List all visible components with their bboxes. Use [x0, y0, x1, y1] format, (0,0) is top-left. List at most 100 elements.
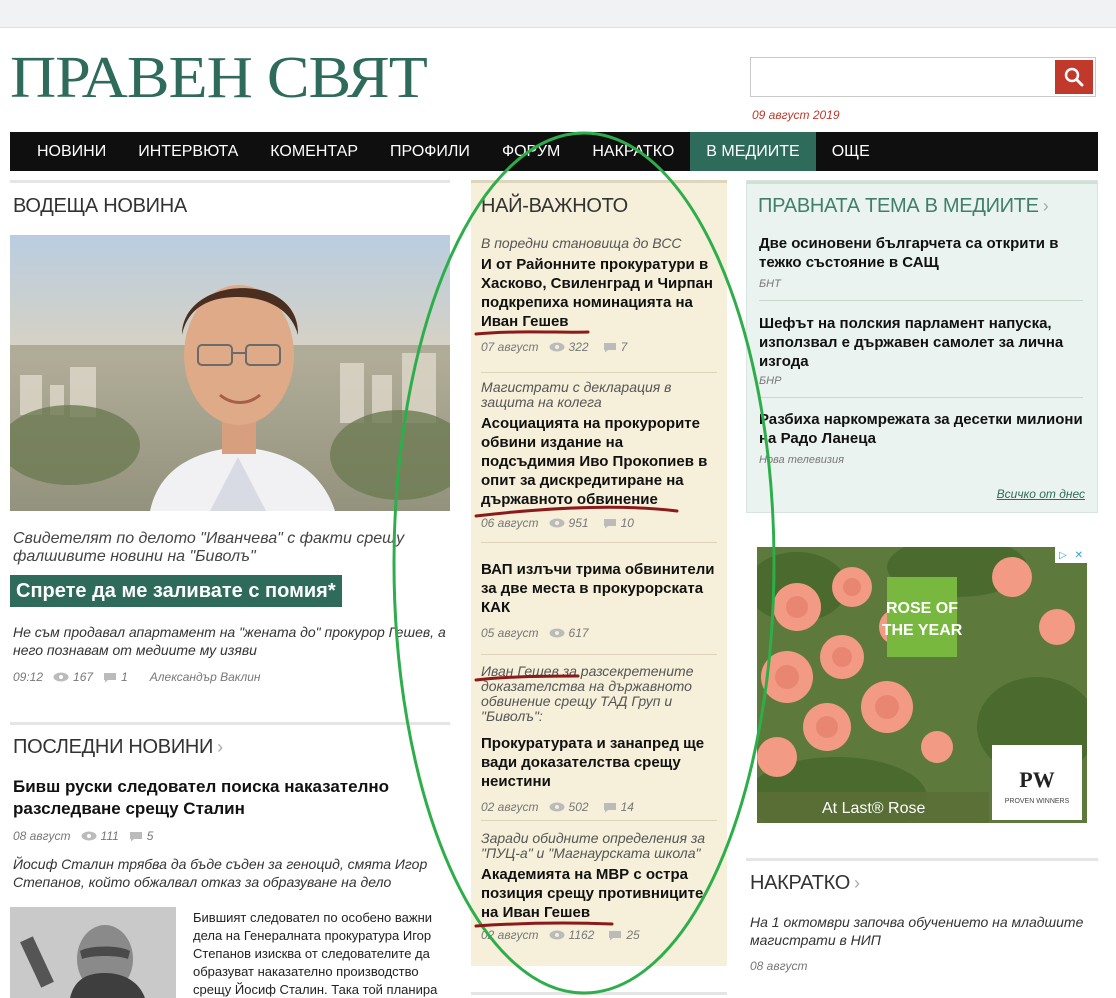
media-source: БНР [759, 375, 782, 387]
advertisement[interactable]: ROSE OF THE YEAR PW PROVEN WINNERS At La… [757, 547, 1087, 823]
search-button[interactable] [1055, 60, 1093, 94]
media-source: БНТ [759, 278, 781, 290]
ad-choices[interactable]: ▷ ✕ [1055, 547, 1087, 563]
important-views: 617 [568, 626, 589, 640]
divider [746, 858, 1098, 861]
nav-item-forum[interactable]: ФОРУМ [486, 132, 576, 171]
site-logo[interactable]: ПРАВЕН СВЯТ [10, 48, 428, 107]
lead-title[interactable]: Спрете да ме заливате с помия* [10, 575, 342, 607]
media-all-link[interactable]: Всичко от днес [997, 487, 1085, 501]
ad-caption: At Last® Rose [822, 800, 925, 817]
important-comments: 7 [620, 340, 628, 354]
comment-icon [104, 672, 117, 682]
important-kicker: В поредни становища до ВСС [481, 235, 682, 251]
nav-item-more[interactable]: ОЩЕ [816, 132, 886, 171]
important-item[interactable]: Иван Гешев за разсекретените доказателст… [481, 663, 721, 815]
comment-icon [603, 342, 616, 352]
comment-icon [603, 518, 616, 528]
media-item[interactable]: Шефът на полския парламент напуска, изпо… [759, 314, 1089, 387]
important-title[interactable]: И от Районните прокуратури в Хасково, Св… [481, 255, 721, 331]
media-section-label: ПРАВНАТА ТЕМА В МЕДИИТЕ [758, 195, 1039, 217]
eye-icon [549, 802, 565, 812]
important-title[interactable]: Асоциацията на прокурорите обвини издани… [481, 414, 721, 509]
divider [747, 181, 1097, 184]
latest-title[interactable]: Бивш руски следовател поиска наказателно… [13, 776, 433, 820]
media-title[interactable]: Разбиха наркомрежата за десетки милиони … [759, 410, 1089, 448]
brief-section-title[interactable]: НАКРАТКО › [750, 872, 1098, 895]
important-title[interactable]: Академията на МВР с остра позиция срещу … [481, 865, 721, 922]
important-views: 502 [568, 800, 589, 814]
latest-section-label: ПОСЛЕДНИ НОВИНИ [13, 736, 214, 758]
latest-section: ПОСЛЕДНИ НОВИНИ › [10, 722, 450, 759]
important-date: 05 август [481, 626, 539, 640]
nav-item-brief[interactable]: НАКРАТКО [576, 132, 690, 171]
search-input[interactable] [751, 58, 1051, 96]
divider [759, 397, 1083, 398]
chevron-right-icon: › [1042, 196, 1049, 216]
nav-item-news[interactable]: НОВИНИ [10, 132, 122, 171]
nav-item-profiles[interactable]: ПРОФИЛИ [374, 132, 486, 171]
media-section-title[interactable]: ПРАВНАТА ТЕМА В МЕДИИТЕ › [758, 195, 1097, 218]
nav-item-interviews[interactable]: ИНТЕРВЮТА [122, 132, 254, 171]
media-title[interactable]: Шефът на полския парламент напуска, изпо… [759, 314, 1089, 371]
important-date: 06 август [481, 516, 539, 530]
nav-item-media[interactable]: В МЕДИИТЕ [690, 132, 816, 171]
brief-title[interactable]: На 1 октомври започва обучението на млад… [750, 913, 1090, 949]
lead-author[interactable]: Александър Ваклин [150, 670, 261, 684]
divider [481, 542, 717, 543]
media-item[interactable]: Разбиха наркомрежата за десетки милиони … [759, 410, 1089, 466]
divider [759, 300, 1083, 301]
important-item[interactable]: В поредни становища до ВСС И от Районнит… [481, 235, 721, 355]
important-meta: 05 август 617 [481, 626, 721, 640]
comment-icon [609, 930, 622, 940]
ad-brand-sub: PROVEN WINNERS [1005, 798, 1070, 805]
latest-body: Бившият следовател по особено важни дела… [193, 910, 438, 997]
divider [481, 654, 717, 655]
latest-section-title[interactable]: ПОСЛЕДНИ НОВИНИ › [13, 736, 450, 759]
chevron-right-icon: › [217, 737, 223, 757]
important-meta: 02 август 1162 25 [481, 928, 721, 942]
media-item[interactable]: Две осиновени българчета са открити в те… [759, 234, 1089, 290]
close-icon[interactable]: ✕ [1075, 550, 1083, 561]
important-kicker: Магистрати с декларация в защита на коле… [481, 379, 672, 410]
important-title[interactable]: Прокуратурата и занапред ще вади доказат… [481, 734, 721, 791]
important-meta: 07 август 322 7 [481, 340, 721, 354]
search-icon [1064, 67, 1084, 87]
ad-badge-line2: THE YEAR [882, 622, 963, 639]
important-meta: 02 август 502 14 [481, 800, 721, 814]
important-kicker: Иван Гешев за разсекретените доказателст… [481, 663, 694, 724]
eye-icon [53, 672, 69, 682]
ad-brand: PW [1019, 767, 1054, 792]
comment-icon [129, 831, 142, 841]
divider [481, 820, 717, 821]
lead-section-title: ВОДЕЩА НОВИНА [13, 195, 187, 217]
latest-photo [10, 907, 176, 998]
important-date: 02 август [481, 800, 539, 814]
ad-badge-line1: ROSE OF [886, 600, 958, 617]
lead-section: ВОДЕЩА НОВИНА [10, 180, 450, 218]
important-date: 07 август [481, 340, 539, 354]
important-section: НАЙ-ВАЖНОТО В поредни становища до ВСС И… [471, 180, 727, 966]
latest-meta: 08 август 111 5 [13, 829, 153, 843]
eye-icon [549, 518, 565, 528]
important-item[interactable]: Магистрати с декларация в защита на коле… [481, 379, 721, 531]
important-title[interactable]: ВАП излъчи трима обвинители за две места… [481, 560, 721, 617]
eye-icon [549, 342, 565, 352]
lead-photo [10, 235, 450, 511]
latest-comments: 5 [146, 829, 154, 843]
important-kicker: Заради обидните определения за "ПУЦ-а" и… [481, 830, 706, 861]
brief-section-label: НАКРАТКО [750, 872, 851, 894]
divider [481, 372, 717, 373]
lead-kicker: Свидетелят по делото "Иванчева" с факти … [13, 530, 405, 565]
important-item[interactable]: ВАП излъчи трима обвинители за две места… [481, 560, 721, 640]
media-title[interactable]: Две осиновени българчета са открити в те… [759, 234, 1089, 272]
nav-item-comment[interactable]: КОМЕНТАР [254, 132, 374, 171]
main-nav: НОВИНИ ИНТЕРВЮТА КОМЕНТАР ПРОФИЛИ ФОРУМ … [10, 132, 1098, 171]
divider [10, 180, 450, 183]
eye-icon [81, 831, 97, 841]
lead-time: 09:12 [13, 670, 44, 684]
divider [471, 180, 727, 183]
latest-image[interactable] [10, 907, 176, 998]
important-item[interactable]: Заради обидните определения за "ПУЦ-а" и… [481, 830, 721, 943]
lead-image[interactable] [10, 235, 450, 511]
